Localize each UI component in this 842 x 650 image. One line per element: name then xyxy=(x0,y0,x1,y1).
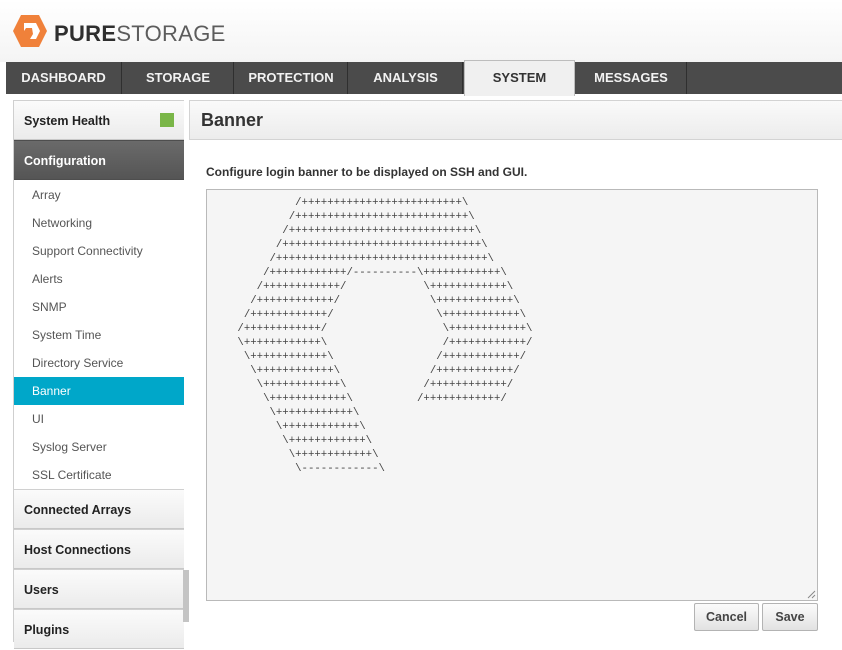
save-button[interactable]: Save xyxy=(762,603,818,631)
banner-instruction: Configure login banner to be displayed o… xyxy=(206,165,528,179)
sidebar-item-directory-service[interactable]: Directory Service xyxy=(14,349,184,377)
sidebar-item-snmp[interactable]: SNMP xyxy=(14,293,184,321)
cancel-button[interactable]: Cancel xyxy=(694,603,759,631)
sidebar-item-syslog-server[interactable]: Syslog Server xyxy=(14,433,184,461)
brand-name: PURESTORAGE xyxy=(54,22,226,46)
sidebar-section-connected-arrays[interactable]: Connected Arrays xyxy=(14,489,184,529)
sidebar-section-label: System Health xyxy=(24,114,111,128)
sidebar-item-ui[interactable]: UI xyxy=(14,405,184,433)
tab-storage[interactable]: STORAGE xyxy=(123,62,234,94)
tab-dashboard[interactable]: DASHBOARD xyxy=(6,62,122,94)
brand-name-bold: PURE xyxy=(54,21,117,46)
sidebar-item-support-connectivity[interactable]: Support Connectivity xyxy=(14,237,184,265)
sidebar-item-banner[interactable]: Banner xyxy=(14,377,184,405)
title-bar: Banner xyxy=(189,100,842,140)
sidebar-item-alerts[interactable]: Alerts xyxy=(14,265,184,293)
sidebar-item-array[interactable]: Array xyxy=(14,181,184,209)
sidebar-section-users[interactable]: Users xyxy=(14,569,184,609)
sidebar-item-networking[interactable]: Networking xyxy=(14,209,184,237)
tab-messages[interactable]: MESSAGES xyxy=(576,62,687,94)
sidebar-section-configuration[interactable]: Configuration xyxy=(14,140,184,180)
sidebar-section-host-connections[interactable]: Host Connections xyxy=(14,529,184,569)
main-nav: DASHBOARD STORAGE PROTECTION ANALYSIS SY… xyxy=(6,60,842,96)
tab-analysis[interactable]: ANALYSIS xyxy=(349,62,463,94)
sidebar-item-system-time[interactable]: System Time xyxy=(14,321,184,349)
sidebar: System Health Configuration Array Networ… xyxy=(13,100,184,649)
app-header: PURESTORAGE xyxy=(0,0,842,62)
sidebar-section-system-health[interactable]: System Health xyxy=(14,100,184,140)
banner-text: /+++++++++++++++++++++++++\ /+++++++++++… xyxy=(237,197,533,475)
page-title: Banner xyxy=(201,110,264,130)
tab-system[interactable]: SYSTEM xyxy=(464,60,575,96)
sidebar-item-ssl-certificate[interactable]: SSL Certificate xyxy=(14,461,184,489)
main-panel: Banner Configure login banner to be disp… xyxy=(189,100,842,642)
sidebar-section-plugins[interactable]: Plugins xyxy=(14,609,184,649)
resize-handle-icon[interactable] xyxy=(807,590,816,599)
health-status-icon xyxy=(160,113,174,127)
banner-textarea[interactable]: /+++++++++++++++++++++++++\ /+++++++++++… xyxy=(206,189,818,601)
tab-protection[interactable]: PROTECTION xyxy=(235,62,348,94)
pure-storage-logo-icon xyxy=(13,15,47,47)
brand-name-regular: STORAGE xyxy=(116,21,226,46)
